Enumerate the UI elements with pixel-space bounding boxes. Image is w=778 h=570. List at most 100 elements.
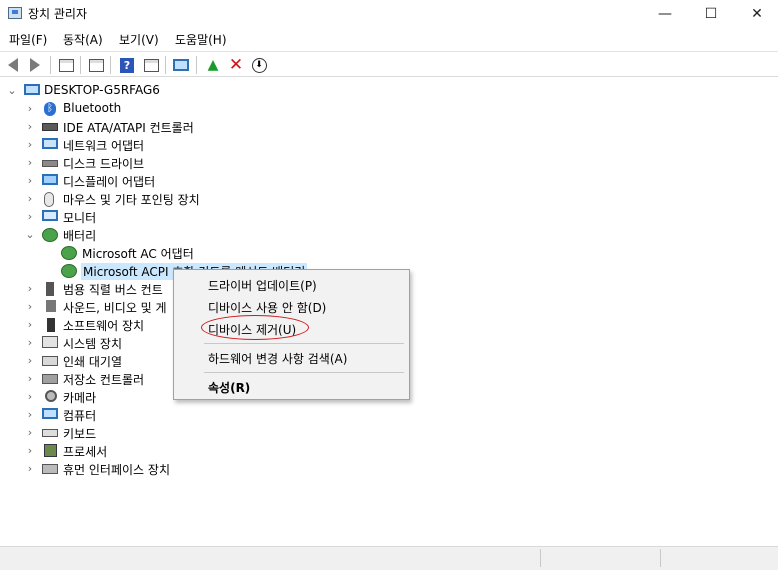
menu-disable-device[interactable]: 디바이스 사용 안 함(D) bbox=[174, 295, 409, 317]
menu-view[interactable]: 보기(V) bbox=[119, 31, 159, 48]
tree-item-label: 네트워크 어댑터 bbox=[63, 139, 145, 153]
display-adapter-icon bbox=[42, 174, 58, 185]
chevron-down-icon[interactable]: ⌄ bbox=[24, 228, 36, 242]
maximize-button[interactable]: ☐ bbox=[688, 0, 734, 28]
forward-icon[interactable] bbox=[26, 56, 44, 74]
tree-item-label: 범용 직렬 버스 컨트 bbox=[63, 283, 163, 297]
tree-item-label: 마우스 및 기타 포인팅 장치 bbox=[63, 193, 200, 207]
chevron-right-icon[interactable]: › bbox=[24, 210, 36, 224]
device-manager-icon bbox=[8, 7, 22, 19]
menu-update-driver[interactable]: 드라이버 업데이트(P) bbox=[174, 273, 409, 295]
add-driver-icon[interactable]: ▲ bbox=[204, 56, 222, 74]
tree-item-label: 배터리 bbox=[63, 229, 97, 243]
menu-help[interactable]: 도움말(H) bbox=[175, 31, 227, 48]
tree-item-label: 키보드 bbox=[63, 427, 97, 441]
tree-item-network[interactable]: › 네트워크 어댑터 bbox=[0, 136, 778, 154]
chevron-right-icon[interactable]: › bbox=[24, 372, 36, 386]
tree-root[interactable]: ⌄ DESKTOP-G5RFAG6 bbox=[0, 82, 778, 100]
menu-divider bbox=[204, 343, 404, 344]
tree-item-ac-adapter[interactable]: Microsoft AC 어댑터 bbox=[0, 244, 778, 262]
hid-icon bbox=[42, 464, 58, 474]
tree-item-processor[interactable]: › 프로세서 bbox=[0, 442, 778, 460]
tree-item-disk[interactable]: › 디스크 드라이브 bbox=[0, 154, 778, 172]
toolbar-divider bbox=[80, 56, 81, 74]
view-grid-icon[interactable] bbox=[142, 56, 160, 74]
tree-item-label: 인쇄 대기열 bbox=[63, 355, 123, 369]
tree-item-monitor[interactable]: › 모니터 bbox=[0, 208, 778, 226]
tree-item-label: IDE ATA/ATAPI 컨트롤러 bbox=[63, 121, 194, 135]
window-title: 장치 관리자 bbox=[28, 7, 88, 21]
chevron-right-icon[interactable]: › bbox=[24, 174, 36, 188]
tree-item-label: Microsoft AC 어댑터 bbox=[82, 247, 194, 261]
chevron-down-icon[interactable]: ⌄ bbox=[6, 84, 18, 98]
tree-item-battery[interactable]: ⌄ 배터리 bbox=[0, 226, 778, 244]
speaker-icon bbox=[46, 300, 56, 312]
tree-item-label: 사운드, 비디오 및 게 bbox=[63, 301, 167, 315]
tree-item-label: 소프트웨어 장치 bbox=[63, 319, 145, 333]
tree-item-keyboard[interactable]: › 키보드 bbox=[0, 424, 778, 442]
menu-scan-hardware[interactable]: 하드웨어 변경 사항 검색(A) bbox=[174, 346, 409, 368]
ide-controller-icon bbox=[42, 123, 58, 131]
computer-icon bbox=[24, 84, 40, 95]
uninstall-x-icon[interactable]: ✕ bbox=[227, 56, 245, 74]
chevron-right-icon[interactable]: › bbox=[24, 336, 36, 350]
tree-item-computer[interactable]: › 컴퓨터 bbox=[0, 406, 778, 424]
chevron-right-icon[interactable]: › bbox=[24, 426, 36, 440]
tree-item-label: 디스크 드라이브 bbox=[63, 157, 145, 171]
chevron-right-icon[interactable]: › bbox=[24, 192, 36, 206]
status-bar bbox=[0, 546, 778, 570]
tree-item-hid[interactable]: › 휴먼 인터페이스 장치 bbox=[0, 460, 778, 478]
chevron-right-icon[interactable]: › bbox=[24, 282, 36, 296]
processor-icon bbox=[44, 444, 57, 457]
close-button[interactable]: ✕ bbox=[734, 0, 778, 28]
printer-icon bbox=[42, 356, 58, 366]
download-icon[interactable]: ⬇ bbox=[250, 56, 268, 74]
usb-icon bbox=[46, 282, 54, 296]
battery-icon bbox=[61, 264, 77, 278]
help-icon[interactable]: ? bbox=[118, 56, 136, 74]
camera-icon bbox=[45, 390, 57, 402]
menu-properties[interactable]: 속성(R) bbox=[174, 375, 409, 397]
context-menu: 드라이버 업데이트(P) 디바이스 사용 안 함(D) 디바이스 제거(U) 하… bbox=[173, 269, 410, 400]
minimize-button[interactable]: — bbox=[642, 0, 688, 28]
status-divider bbox=[540, 549, 541, 567]
chevron-right-icon[interactable]: › bbox=[24, 300, 36, 314]
properties-grid-icon[interactable] bbox=[57, 56, 75, 74]
tree-item-label: 프로세서 bbox=[63, 445, 108, 459]
tree-item-label: 저장소 컨트롤러 bbox=[63, 373, 145, 387]
chevron-right-icon[interactable]: › bbox=[24, 318, 36, 332]
tree-item-bluetooth[interactable]: › ᛒ Bluetooth bbox=[0, 100, 778, 118]
bluetooth-icon: ᛒ bbox=[44, 102, 56, 116]
chevron-right-icon[interactable]: › bbox=[24, 354, 36, 368]
disk-drive-icon bbox=[42, 160, 58, 167]
menu-file[interactable]: 파일(F) bbox=[9, 31, 47, 48]
chevron-right-icon[interactable]: › bbox=[24, 120, 36, 134]
tree-item-display[interactable]: › 디스플레이 어댑터 bbox=[0, 172, 778, 190]
menu-action[interactable]: 동작(A) bbox=[63, 31, 103, 48]
menu-divider bbox=[204, 372, 404, 373]
chevron-right-icon[interactable]: › bbox=[24, 138, 36, 152]
computer-icon bbox=[42, 408, 58, 419]
status-divider bbox=[660, 549, 661, 567]
back-icon[interactable] bbox=[4, 56, 22, 74]
tree-root-label: DESKTOP-G5RFAG6 bbox=[44, 83, 160, 97]
mouse-icon bbox=[44, 192, 54, 207]
monitor-icon[interactable] bbox=[172, 56, 190, 74]
toolbar-divider bbox=[50, 56, 51, 74]
menu-bar: 파일(F) 동작(A) 보기(V) 도움말(H) bbox=[0, 28, 778, 50]
list-grid-icon[interactable] bbox=[87, 56, 105, 74]
chevron-right-icon[interactable]: › bbox=[24, 390, 36, 404]
chevron-right-icon[interactable]: › bbox=[24, 156, 36, 170]
chevron-right-icon[interactable]: › bbox=[24, 462, 36, 476]
tree-item-mouse[interactable]: › 마우스 및 기타 포인팅 장치 bbox=[0, 190, 778, 208]
chevron-right-icon[interactable]: › bbox=[24, 444, 36, 458]
chevron-right-icon[interactable]: › bbox=[24, 102, 36, 116]
network-adapter-icon bbox=[42, 138, 58, 149]
software-device-icon bbox=[47, 318, 55, 332]
tree-item-ide[interactable]: › IDE ATA/ATAPI 컨트롤러 bbox=[0, 118, 778, 136]
chevron-right-icon[interactable]: › bbox=[24, 408, 36, 422]
tree-item-label: 컴퓨터 bbox=[63, 409, 97, 423]
toolbar-divider bbox=[110, 56, 111, 74]
toolbar: ? ▲ ✕ ⬇ bbox=[0, 51, 778, 77]
tree-item-label: 모니터 bbox=[63, 211, 97, 225]
